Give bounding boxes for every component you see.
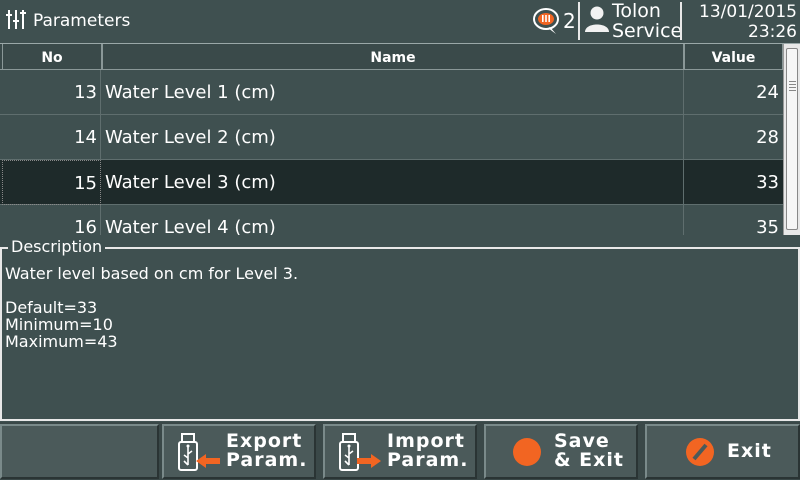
- header-divider: [680, 2, 682, 40]
- row-value: 28: [756, 127, 779, 148]
- usb-export-icon: [178, 433, 220, 471]
- user-icon: [585, 6, 609, 32]
- row-name: Water Level 2 (cm): [102, 115, 684, 160]
- save-exit-label: Save & Exit: [554, 430, 625, 471]
- alarm-count: 2: [563, 9, 576, 33]
- exit-label: Exit: [727, 440, 772, 462]
- user-name[interactable]: Tolon Service: [612, 1, 682, 41]
- row-name: Water Level 3 (cm): [102, 160, 684, 205]
- row-value: 33: [756, 172, 779, 193]
- column-header-name[interactable]: Name: [102, 44, 684, 70]
- header-divider: [578, 2, 580, 40]
- row-name: Water Level 4 (cm): [102, 205, 684, 235]
- description-default: Default=33: [5, 298, 98, 317]
- row-value: 35: [756, 217, 779, 235]
- column-header-no[interactable]: No: [2, 44, 102, 70]
- description-maximum: Maximum=43: [5, 332, 118, 351]
- table-header: No Name Value: [0, 44, 783, 70]
- export-param-button[interactable]: Export Param.: [162, 424, 316, 479]
- table-row[interactable]: 13 Water Level 1 (cm) 24: [0, 70, 783, 115]
- time-text: 23:26: [748, 22, 797, 42]
- date-text: 13/01/2015: [699, 2, 797, 22]
- description-border: [2, 247, 800, 249]
- row-number: 14: [2, 115, 101, 160]
- description-legend: Description: [8, 237, 106, 257]
- parameters-menu-icon[interactable]: [6, 8, 28, 30]
- import-param-button[interactable]: Import Param.: [323, 424, 477, 479]
- exit-button[interactable]: Exit: [645, 424, 800, 479]
- description-minimum: Minimum=10: [5, 315, 113, 334]
- empty-button[interactable]: [0, 424, 159, 479]
- save-exit-button[interactable]: Save & Exit: [484, 424, 638, 479]
- scrollbar-grip: [789, 87, 796, 88]
- table-row[interactable]: 14 Water Level 2 (cm) 28: [0, 115, 783, 160]
- import-param-label: Import Param.: [387, 430, 469, 471]
- parameters-table: No Name Value 13 Water Level 1 (cm) 24 1…: [0, 43, 800, 235]
- header-bar: Parameters 2 Tolon Service 13/01/2015 23…: [0, 0, 800, 43]
- user-role-line2: Service: [612, 20, 683, 42]
- table-scrollbar[interactable]: [783, 44, 800, 235]
- alarm-bubble-icon[interactable]: [532, 6, 562, 36]
- description-text: Water level based on cm for Level 3. Defa…: [5, 265, 298, 350]
- usb-import-icon: [339, 433, 381, 471]
- orange-circle-icon: [513, 438, 541, 466]
- row-number: 15: [2, 160, 101, 205]
- page-title: Parameters: [33, 11, 131, 31]
- scrollbar-grip: [789, 84, 796, 85]
- user-name-line1: Tolon: [612, 0, 661, 22]
- scrollbar-thumb[interactable]: [786, 48, 798, 230]
- row-value: 24: [756, 82, 779, 103]
- scrollbar-grip: [789, 81, 796, 82]
- exit-slash-icon: [686, 438, 714, 466]
- table-row-selected[interactable]: 15 Water Level 3 (cm) 33: [0, 160, 783, 205]
- description-line: Water level based on cm for Level 3.: [5, 264, 299, 283]
- row-name: Water Level 1 (cm): [102, 70, 684, 115]
- scrollbar-grip: [789, 90, 796, 91]
- description-panel: Description Water level based on cm for …: [0, 237, 800, 421]
- table-row[interactable]: 16 Water Level 4 (cm) 35: [0, 205, 783, 235]
- row-number: 13: [2, 70, 101, 115]
- column-header-value[interactable]: Value: [684, 44, 783, 70]
- export-param-label: Export Param.: [226, 430, 308, 471]
- description-line: [5, 282, 298, 299]
- row-number: 16: [2, 205, 101, 235]
- date-time: 13/01/2015 23:26: [684, 2, 800, 42]
- footer-toolbar: Export Param. Import Param. Save & Exit …: [0, 422, 800, 480]
